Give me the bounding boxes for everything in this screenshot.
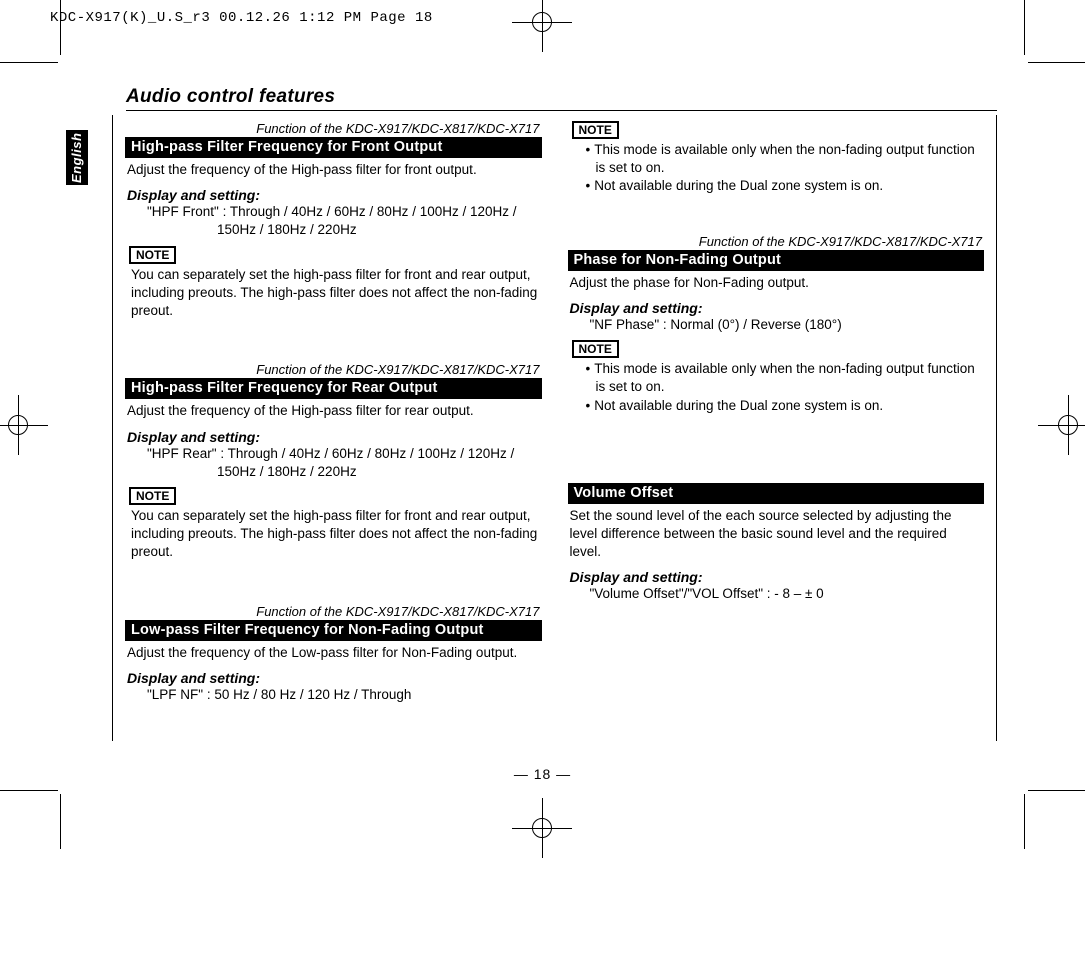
page-number: — 18 — [0,766,1085,782]
function-of-line: Function of the KDC-X917/KDC-X817/KDC-X7… [125,604,542,619]
crop-mark-icon [60,794,61,849]
setting-line-2: 150Hz / 180Hz / 220Hz [147,463,542,481]
display-setting-label: Display and setting: [127,187,542,203]
note-box: NOTE [129,246,176,264]
function-of-line: Function of the KDC-X917/KDC-X817/KDC-X7… [568,234,985,249]
setting-line-1: "HPF Front" : Through / 40Hz / 60Hz / 80… [147,204,517,219]
crop-mark-icon [1024,0,1025,55]
registration-mark-icon [512,0,572,52]
note-bullet: This mode is available only when the non… [586,360,981,396]
display-setting-label: Display and setting: [127,429,542,445]
note-box: NOTE [129,487,176,505]
display-setting-label: Display and setting: [127,670,542,686]
display-setting-label: Display and setting: [570,300,985,316]
crop-mark-icon [0,790,58,791]
display-setting-value: "NF Phase" : Normal (0°) / Reverse (180°… [590,316,985,334]
display-setting-value: "Volume Offset"/"VOL Offset" : - 8 – ± 0 [590,585,985,603]
description-text: Adjust the frequency of the Low-pass fil… [127,644,540,662]
note-bullet: Not available during the Dual zone syste… [586,397,981,415]
description-text: Set the sound level of the each source s… [570,507,983,562]
function-of-line: Function of the KDC-X917/KDC-X817/KDC-X7… [125,362,542,377]
heading-bar: Low-pass Filter Frequency for Non-Fading… [125,620,542,641]
display-setting-label: Display and setting: [570,569,985,585]
note-bullet-list: This mode is available only when the non… [574,360,981,415]
note-bullet: Not available during the Dual zone syste… [586,177,981,195]
crop-mark-icon [60,0,61,55]
note-bullet: This mode is available only when the non… [586,141,981,177]
crop-mark-icon [1028,62,1085,63]
description-text: Adjust the frequency of the High-pass fi… [127,402,540,420]
heading-bar: Volume Offset [568,483,985,504]
function-of-line: Function of the KDC-X917/KDC-X817/KDC-X7… [125,121,542,136]
print-slug: KDC-X917(K)_U.S_r3 00.12.26 1:12 PM Page… [50,10,433,26]
description-text: Adjust the frequency of the High-pass fi… [127,161,540,179]
display-setting-value: "HPF Rear" : Through / 40Hz / 60Hz / 80H… [147,445,542,481]
crop-mark-icon [1024,794,1025,849]
note-box: NOTE [572,340,619,358]
display-setting-value: "HPF Front" : Through / 40Hz / 60Hz / 80… [147,203,542,239]
crop-mark-icon [0,62,58,63]
description-text: Adjust the phase for Non-Fading output. [570,274,983,292]
right-column: NOTE This mode is available only when th… [568,121,985,741]
left-column: Function of the KDC-X917/KDC-X817/KDC-X7… [125,121,542,741]
setting-line-1: "HPF Rear" : Through / 40Hz / 60Hz / 80H… [147,446,514,461]
note-text: You can separately set the high-pass fil… [131,266,538,321]
heading-bar: Phase for Non-Fading Output [568,250,985,271]
heading-bar: High-pass Filter Frequency for Rear Outp… [125,378,542,399]
registration-mark-icon [512,798,572,858]
note-text: You can separately set the high-pass fil… [131,507,538,562]
registration-mark-icon [1038,395,1085,455]
page-content: Audio control features Function of the K… [112,86,997,741]
language-tab: English [66,130,88,185]
note-bullet-list: This mode is available only when the non… [574,141,981,196]
section-title: Audio control features [126,86,997,111]
display-setting-value: "LPF NF" : 50 Hz / 80 Hz / 120 Hz / Thro… [147,686,542,704]
heading-bar: High-pass Filter Frequency for Front Out… [125,137,542,158]
crop-mark-icon [1028,790,1085,791]
two-column-body: Function of the KDC-X917/KDC-X817/KDC-X7… [112,115,997,741]
registration-mark-icon [0,395,48,455]
setting-line-2: 150Hz / 180Hz / 220Hz [147,221,542,239]
note-box: NOTE [572,121,619,139]
